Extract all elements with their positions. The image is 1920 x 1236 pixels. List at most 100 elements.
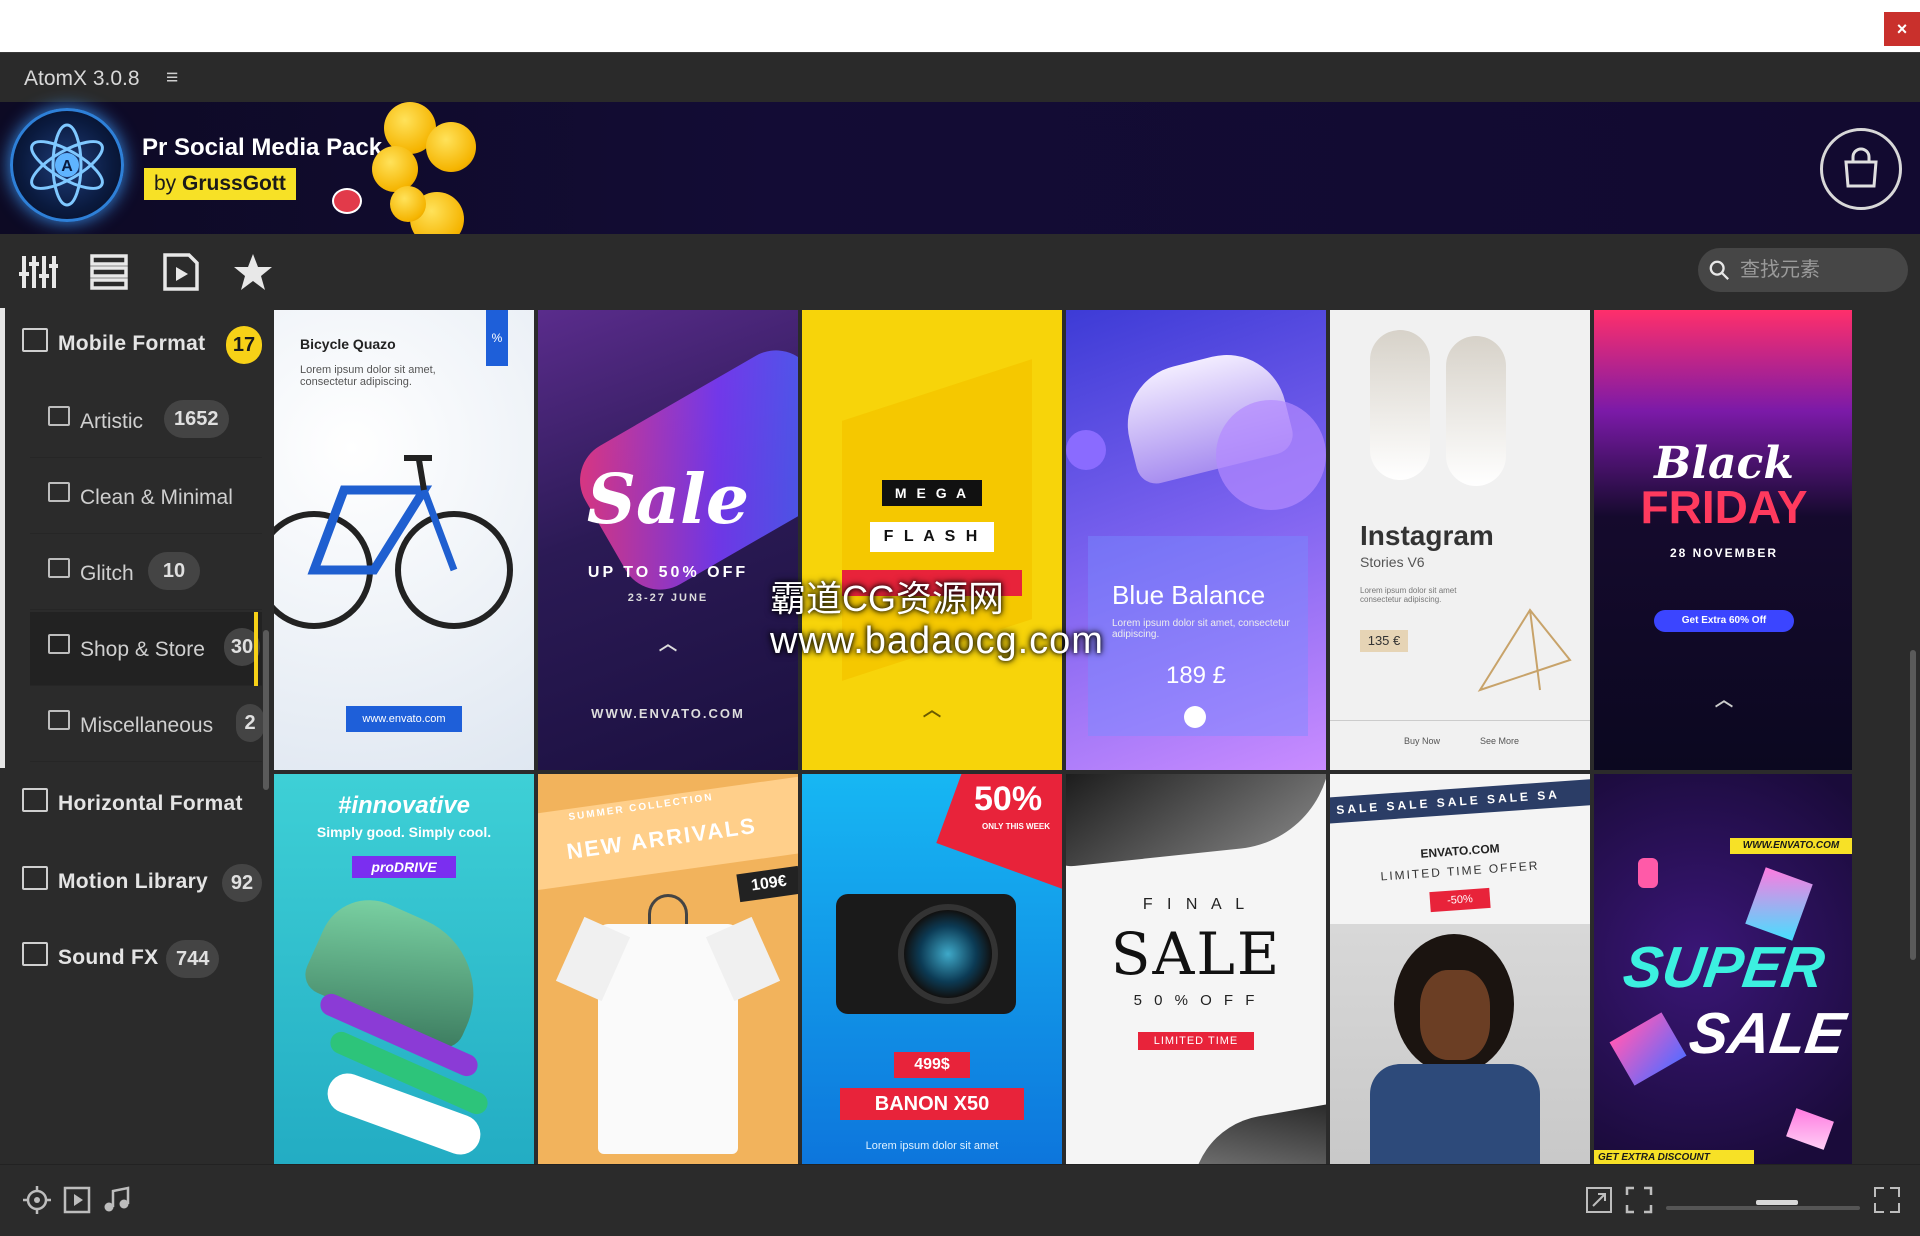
category-motion-library[interactable]: Motion Library 92 [0, 846, 262, 920]
card-title: BANON X50 [840, 1088, 1024, 1120]
card-button: www.envato.com [346, 706, 462, 732]
card-price: 499$ [894, 1052, 970, 1078]
prj-icon [48, 482, 70, 502]
bicycle-icon [274, 455, 513, 629]
pack-title: Pr Social Media Pack [142, 134, 383, 161]
card-body: Lorem ipsum dolor sit amet consectetur a… [1360, 586, 1457, 604]
target-icon[interactable] [22, 1185, 52, 1215]
watermark-line-2: www.badaocg.com [770, 620, 1104, 662]
card-line2: F L A S H [870, 522, 994, 552]
fullscreen-small-icon[interactable] [1624, 1185, 1654, 1215]
template-card-limited-offer[interactable]: SALE SALE SALE SALE SA ENVATO.COM LIMITE… [1330, 774, 1590, 1164]
card-title: SALE [1110, 920, 1282, 988]
play-icon[interactable] [62, 1185, 92, 1215]
count-badge: 2 [236, 704, 264, 742]
hamburger-icon[interactable]: ≡ [166, 66, 178, 90]
card-strip: SALE SALE SALE SALE SA [1330, 777, 1590, 825]
template-card-final-sale[interactable]: F I N A L SALE 5 0 % O F F LIMITED TIME [1066, 774, 1326, 1164]
card-title-2: SALE [1685, 1001, 1850, 1066]
chevron-up-icon: ︿ [923, 700, 941, 720]
template-card-new-arrivals[interactable]: SUMMER COLLECTION NEW ARRIVALS 109€ [538, 774, 798, 1164]
author-prefix: by [154, 172, 183, 195]
template-card-bicycle[interactable]: Bicycle Quazo Lorem ipsum dolor sit amet… [274, 310, 534, 770]
card-tag: % [486, 310, 508, 366]
heart-icon [332, 188, 362, 214]
template-card-banon-x50[interactable]: 50% ONLY THIS WEEK 499$ BANON X50 Lorem … [802, 774, 1062, 1164]
template-card-sale[interactable]: Sale UP TO 50% OFF 23-27 JUNE ︿ WWW.ENVA… [538, 310, 798, 770]
subcategory-clean-minimal[interactable]: Clean & Minimal [30, 460, 262, 534]
shopping-bag-icon [1844, 147, 1878, 188]
expand-icon[interactable] [1584, 1185, 1614, 1215]
fullscreen-large-icon[interactable] [1872, 1185, 1902, 1215]
prj-icon [48, 406, 70, 426]
chevron-up-icon: ︿ [1715, 690, 1733, 710]
atomx-logo: A [10, 108, 124, 222]
template-grid: Bicycle Quazo Lorem ipsum dolor sit amet… [274, 308, 1852, 1164]
sidebar-scrollbar[interactable] [263, 630, 269, 790]
card-url: WWW.ENVATO.COM [591, 706, 745, 721]
template-card-instagram[interactable]: Instagram Stories V6 Lorem ipsum dolor s… [1330, 310, 1590, 770]
emoji-decoration [372, 146, 418, 192]
bottom-bar [0, 1164, 1920, 1236]
card-date: 23-27 JUNE [627, 592, 709, 604]
template-card-mega-flash[interactable]: M E G A F L A S H ︿ [802, 310, 1062, 770]
list-icon[interactable] [89, 252, 129, 292]
video-file-icon[interactable] [161, 252, 201, 292]
card-tag: #innovative [337, 792, 471, 819]
card-subtitle: UP TO 50% OFF [587, 564, 749, 581]
folder-icon [22, 788, 48, 812]
pack-banner: A Pr Social Media Pack by GrussGott [0, 102, 1920, 246]
card-body: Lorem ipsum dolor sit amet [865, 1140, 999, 1152]
see-more-label: See More [1480, 736, 1520, 746]
category-sound-fx[interactable]: Sound FX 744 [0, 922, 262, 996]
selected-marker [254, 612, 258, 686]
category-horizontal-format[interactable]: Horizontal Format [0, 768, 262, 842]
shop-bag-button[interactable] [1820, 128, 1902, 210]
card-subtitle: Stories V6 [1360, 554, 1425, 570]
category-label: Motion Library [58, 870, 209, 893]
card-percent: -50% [1429, 887, 1491, 913]
subcategory-label: Shop & Store [80, 638, 205, 661]
count-badge: 10 [148, 552, 200, 590]
emoji-decoration [390, 186, 426, 222]
category-label: Horizontal Format [58, 792, 243, 815]
category-label: Mobile Format [58, 332, 206, 355]
watermark-line-1: 霸道CG资源网 [770, 578, 1005, 619]
subcategory-label: Miscellaneous [80, 714, 214, 737]
close-button[interactable]: × [1884, 12, 1920, 46]
search-icon [1709, 260, 1729, 280]
star-icon[interactable] [233, 252, 273, 292]
subcategory-glitch[interactable]: Glitch 10 [30, 536, 262, 610]
card-line1: F I N A L [1142, 896, 1250, 913]
chevron-up-icon: ︿ [659, 634, 677, 654]
card-note: ONLY THIS WEEK [982, 822, 1051, 831]
subcategory-artistic[interactable]: Artistic 1652 [30, 384, 262, 458]
card-body: Lorem ipsum dolor sit amet, consectetur … [1112, 618, 1290, 640]
card-line1: M E G A [882, 480, 982, 506]
category-sidebar: Mobile Format 17 Artistic 1652 Clean & M… [0, 308, 264, 1164]
template-card-black-friday[interactable]: Black FRIDAY 28 NOVEMBER Get Extra 60% O… [1594, 310, 1852, 770]
card-subtitle: 5 0 % O F F [1133, 992, 1259, 1009]
card-date: 28 NOVEMBER [1669, 546, 1779, 560]
count-badge: 744 [166, 940, 220, 978]
template-card-innovative[interactable]: #innovative Simply good. Simply cool. pr… [274, 774, 534, 1164]
template-card-blue-balance[interactable]: Blue Balance Lorem ipsum dolor sit amet,… [1066, 310, 1326, 770]
card-title: Bicycle Quazo [300, 336, 396, 352]
sliders-icon[interactable] [18, 252, 58, 292]
music-icon[interactable] [102, 1185, 132, 1215]
zoom-slider-thumb[interactable] [1756, 1200, 1798, 1205]
toolbar: 查找元素 [0, 234, 1920, 308]
app-title: AtomX 3.0.8 [24, 67, 140, 90]
pack-author: by GrussGott [144, 168, 296, 200]
category-mobile-format[interactable]: Mobile Format 17 [0, 308, 262, 382]
card-title: Blue Balance [1112, 580, 1266, 610]
zoom-slider[interactable] [1666, 1206, 1860, 1210]
template-card-super-sale[interactable]: WWW.ENVATO.COM SUPER SALE GET EXTRA DISC… [1594, 774, 1852, 1164]
grid-scrollbar[interactable] [1910, 650, 1916, 960]
subcategory-shop-store[interactable]: Shop & Store 30 [30, 612, 262, 686]
card-badge: LIMITED TIME [1138, 1032, 1254, 1050]
prj-icon [48, 710, 70, 730]
card-price: 109€ [736, 865, 798, 903]
count-badge: 92 [222, 864, 262, 902]
subcategory-miscellaneous[interactable]: Miscellaneous 2 [30, 688, 264, 762]
